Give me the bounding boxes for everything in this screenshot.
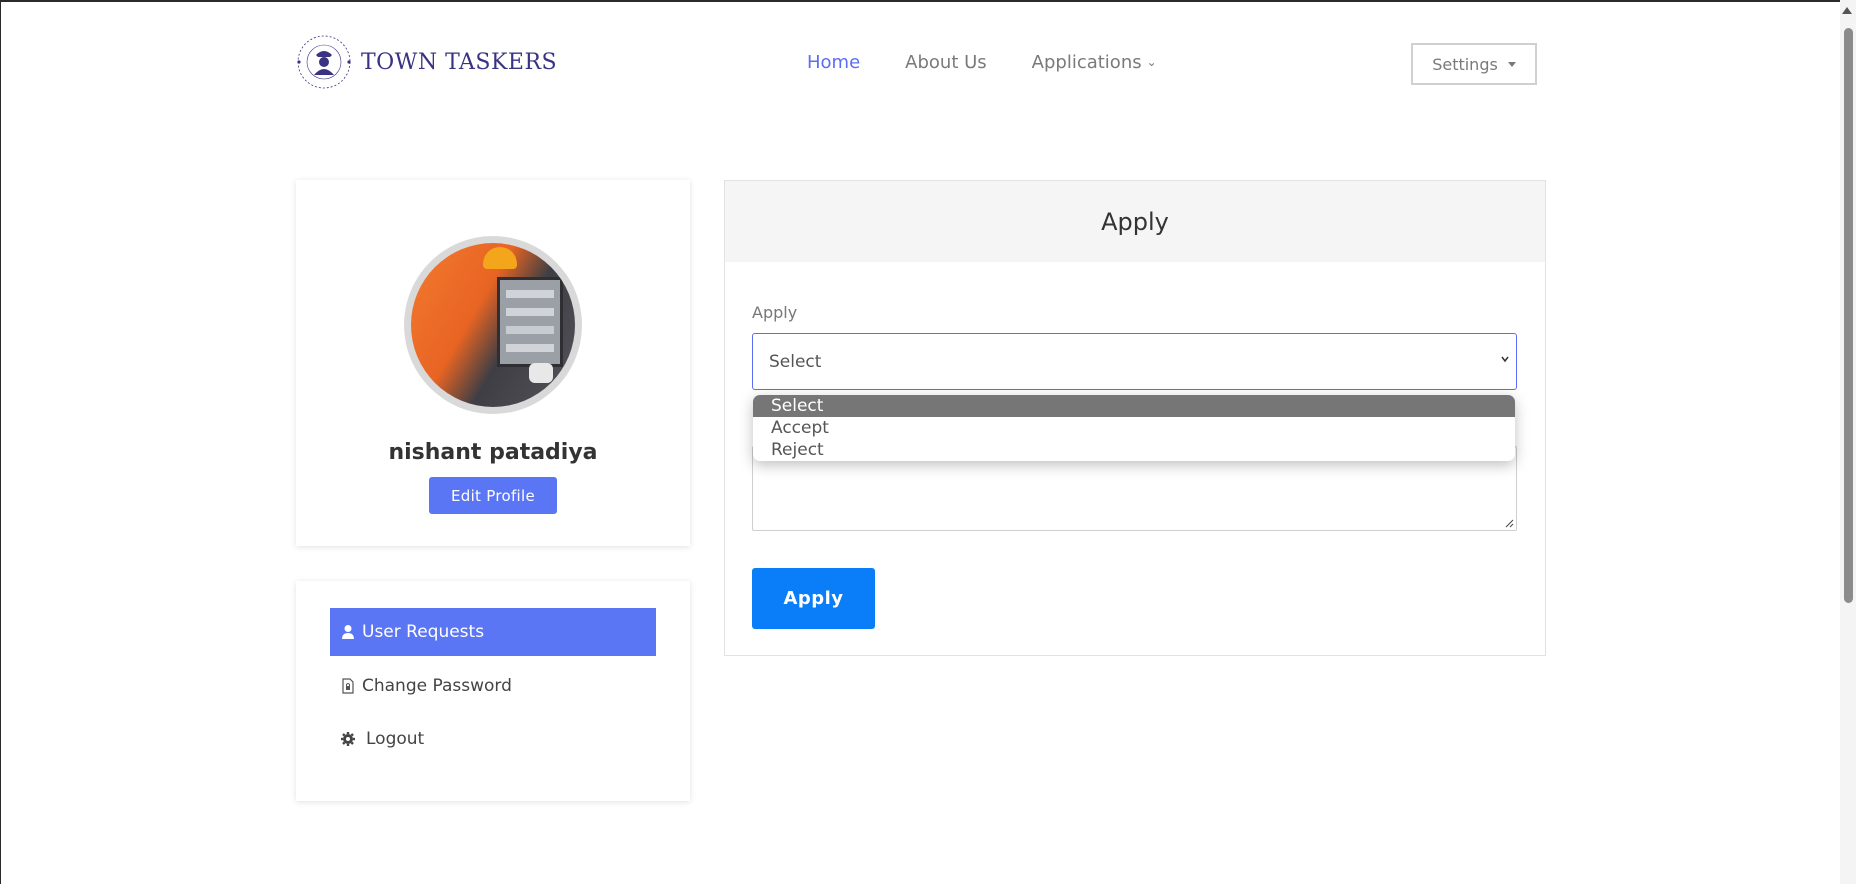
menu-item-user-requests[interactable]: User Requests — [330, 608, 656, 656]
main-nav: Home About Us Applications ⌄ — [807, 52, 1157, 73]
edit-profile-button[interactable]: Edit Profile — [429, 477, 557, 514]
apply-select[interactable]: Select — [752, 333, 1517, 390]
gear-icon — [341, 732, 355, 746]
apply-field-label: Apply — [752, 303, 798, 322]
account-menu: User Requests Change Password Logout — [296, 581, 690, 801]
menu-item-label: Change Password — [362, 676, 512, 696]
nav-applications-label: Applications — [1031, 52, 1142, 73]
profile-name: nishant patadiya — [388, 440, 598, 465]
menu-item-change-password[interactable]: Change Password — [330, 662, 656, 710]
settings-dropdown-button[interactable]: Settings — [1411, 43, 1537, 85]
brand-name: TOWN TASKERS — [361, 49, 558, 75]
avatar — [411, 243, 575, 407]
profile-card: nishant patadiya Edit Profile — [296, 180, 690, 546]
menu-item-label: Logout — [366, 729, 425, 749]
menu-item-logout[interactable]: Logout — [330, 715, 656, 763]
resize-handle-icon[interactable] — [1504, 518, 1514, 528]
user-icon — [342, 625, 354, 639]
nav-applications[interactable]: Applications ⌄ — [1032, 52, 1157, 73]
scroll-up-arrow-icon[interactable] — [1842, 7, 1852, 14]
page-scrollbar[interactable] — [1840, 0, 1856, 884]
chevron-down-icon: ⌄ — [1146, 55, 1157, 69]
option-select[interactable]: Select — [753, 395, 1515, 417]
chevron-down-icon — [1501, 356, 1509, 363]
avatar-frame — [404, 236, 582, 414]
nav-home[interactable]: Home — [807, 52, 860, 73]
file-lock-icon — [342, 678, 354, 694]
caret-down-icon — [1507, 61, 1516, 67]
option-reject[interactable]: Reject — [753, 439, 1515, 461]
menu-item-label: User Requests — [362, 622, 485, 642]
brand-badge-icon — [297, 35, 351, 89]
apply-select-options: Select Accept Reject — [753, 395, 1515, 461]
option-accept[interactable]: Accept — [753, 417, 1515, 439]
brand-logo[interactable]: TOWN TASKERS — [295, 33, 557, 91]
window-top-border — [0, 0, 1856, 2]
window-left-border — [0, 0, 1, 884]
apply-select-value: Select — [769, 351, 822, 372]
apply-submit-button[interactable]: Apply — [752, 568, 875, 629]
scrollbar-thumb[interactable] — [1844, 28, 1853, 603]
settings-label: Settings — [1432, 54, 1498, 74]
nav-about-us[interactable]: About Us — [905, 52, 987, 73]
form-title: Apply — [725, 181, 1545, 262]
